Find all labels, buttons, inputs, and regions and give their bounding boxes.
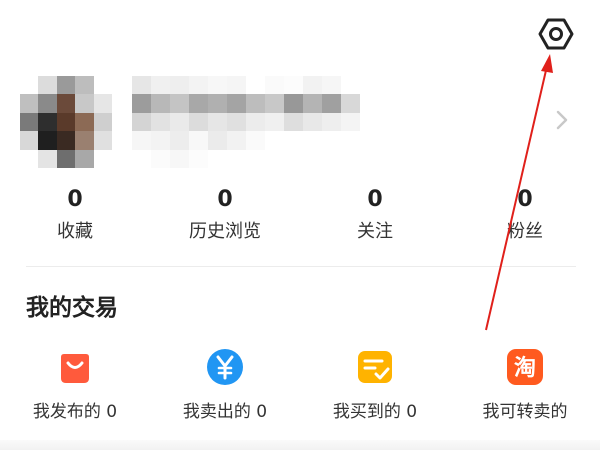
username-blurred[interactable] — [132, 76, 360, 168]
stat-history[interactable]: 0 历史浏览 — [150, 186, 300, 246]
bottom-shade — [0, 440, 600, 450]
stat-following[interactable]: 0 关注 — [300, 186, 450, 246]
stat-label: 历史浏览 — [189, 221, 261, 242]
stat-value: 0 — [217, 187, 233, 212]
trade-item-bought[interactable]: 我买到的 0 — [300, 348, 450, 434]
trade-item-label: 我发布的 0 — [32, 402, 118, 422]
hexagon-settings-icon — [538, 18, 574, 50]
chevron-right-icon — [556, 110, 568, 130]
stat-favorites[interactable]: 0 收藏 — [0, 186, 150, 246]
tao-icon: 淘 — [506, 348, 544, 386]
profile-chevron[interactable] — [552, 106, 572, 134]
stat-label: 粉丝 — [507, 221, 543, 242]
stat-followers[interactable]: 0 粉丝 — [450, 186, 600, 246]
trade-item-label: 我可转卖的 — [482, 402, 568, 422]
stat-value: 0 — [517, 187, 533, 212]
avatar[interactable] — [20, 76, 112, 168]
yen-icon — [206, 348, 244, 386]
trade-item-resellable[interactable]: 淘 我可转卖的 — [450, 348, 600, 434]
stats-row: 0 收藏 0 历史浏览 0 关注 0 粉丝 — [0, 186, 600, 248]
section-title-my-trades: 我的交易 — [26, 295, 118, 321]
profile-page: 0 收藏 0 历史浏览 0 关注 0 粉丝 我的交易 我发布的 0 我卖出的 0… — [0, 0, 600, 450]
settings-button[interactable] — [536, 14, 576, 54]
trade-item-label: 我卖出的 0 — [182, 402, 268, 422]
checklist-icon — [356, 348, 394, 386]
stat-label: 收藏 — [57, 221, 93, 242]
section-divider — [26, 266, 576, 267]
stat-value: 0 — [67, 187, 83, 212]
trade-item-sold[interactable]: 我卖出的 0 — [150, 348, 300, 434]
trade-item-label: 我买到的 0 — [332, 402, 418, 422]
trade-item-published[interactable]: 我发布的 0 — [0, 348, 150, 434]
tao-glyph: 淘 — [514, 355, 536, 381]
stat-value: 0 — [367, 187, 383, 212]
shopping-bag-icon — [56, 348, 94, 386]
stat-label: 关注 — [357, 221, 393, 242]
